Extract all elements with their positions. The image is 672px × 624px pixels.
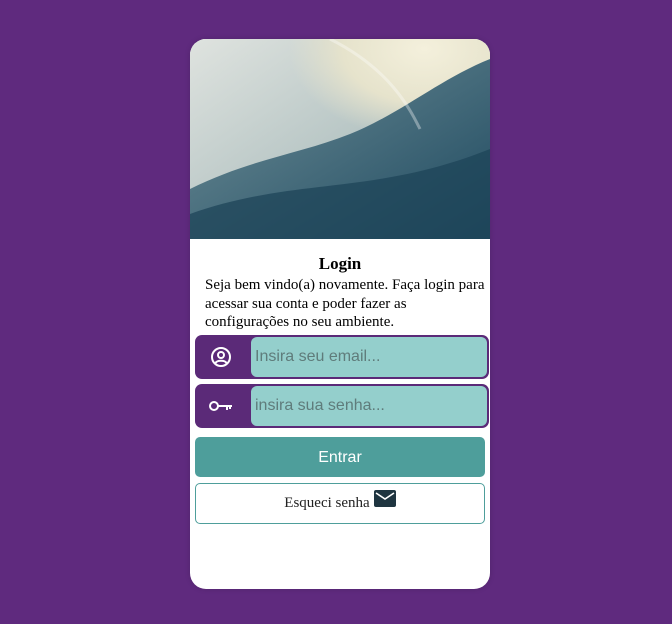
forgot-password-label: Esqueci senha — [284, 495, 370, 511]
password-field-group — [195, 384, 489, 428]
page-title: Login — [318, 254, 362, 273]
email-field-group — [195, 335, 489, 379]
email-input[interactable] — [251, 337, 487, 377]
key-icon — [209, 394, 233, 418]
forgot-password-button[interactable]: Esqueci senha — [195, 483, 485, 524]
mail-icon — [373, 490, 396, 507]
login-card: Login Seja bem vindo(a) novamente. Faça … — [190, 39, 490, 589]
welcome-text: Seja bem vindo(a) novamente. Faça login … — [205, 277, 485, 330]
login-button[interactable]: Entrar — [195, 437, 485, 477]
password-input[interactable] — [251, 386, 487, 426]
user-circle-icon — [209, 345, 233, 369]
hero-image — [190, 39, 490, 239]
